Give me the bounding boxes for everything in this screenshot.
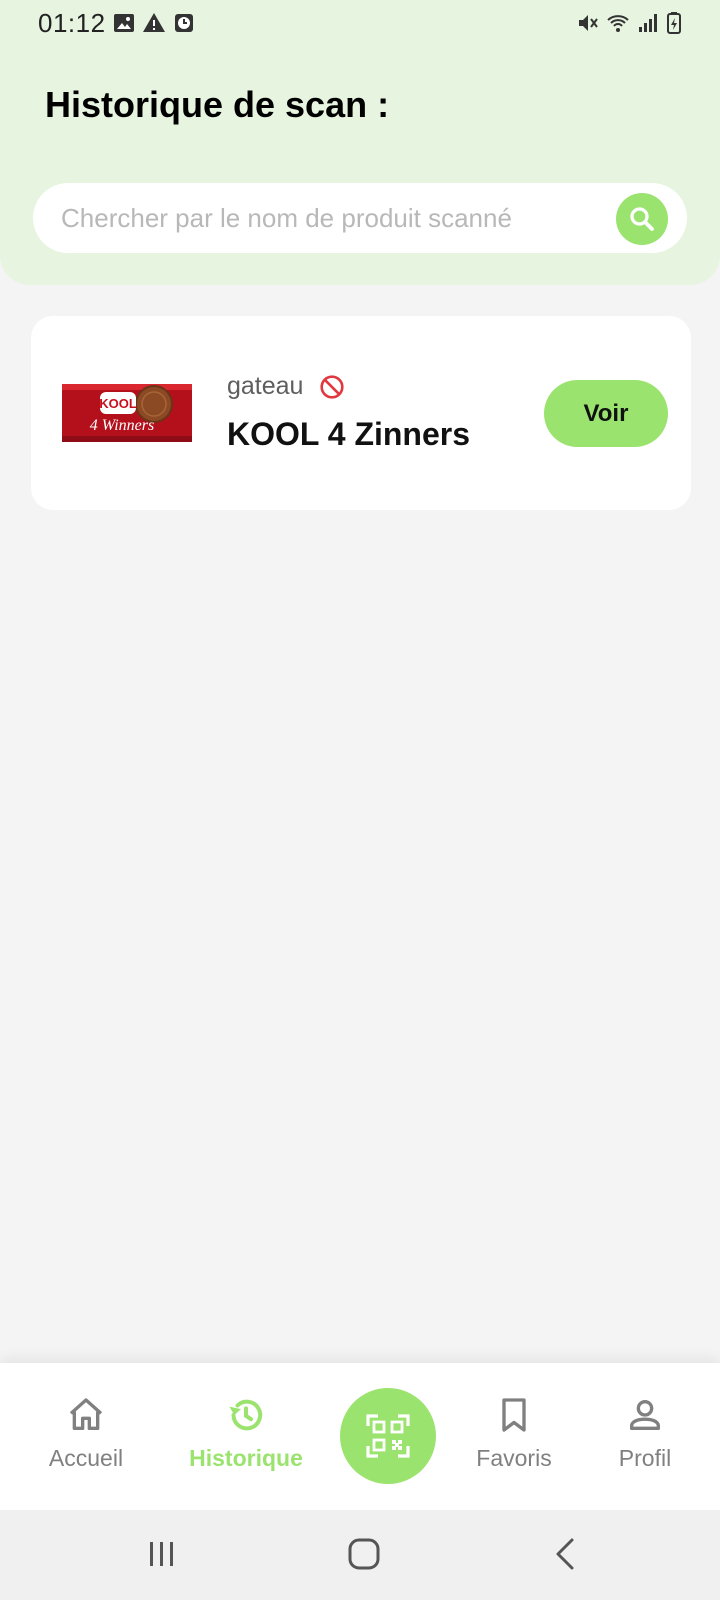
product-package-image: KOOL 4 Winners — [62, 384, 192, 442]
nav-label-profil: Profil — [618, 1445, 672, 1471]
nav-item-accueil[interactable]: Accueil — [36, 1363, 136, 1510]
back-icon[interactable] — [546, 1534, 586, 1574]
header: 01:12 Historique de scan : — [0, 0, 720, 285]
wifi-icon — [607, 15, 629, 32]
product-brand-text: KOOL — [99, 396, 137, 411]
nav-item-profil[interactable]: Profil — [595, 1363, 695, 1510]
status-time: 01:12 — [38, 8, 106, 38]
ban-icon — [320, 374, 345, 399]
profile-icon — [630, 1400, 660, 1430]
history-icon — [229, 1399, 263, 1431]
search-bar — [33, 183, 687, 253]
category-row: gateau — [227, 372, 345, 401]
recents-icon[interactable] — [142, 1534, 182, 1574]
voir-button[interactable]: Voir — [544, 380, 668, 447]
product-name: KOOL 4 Zinners — [227, 416, 471, 452]
status-bar: 01:12 — [0, 0, 720, 44]
home-button-icon[interactable] — [344, 1534, 384, 1574]
scan-button[interactable] — [340, 1388, 436, 1484]
search-icon — [630, 207, 654, 231]
warning-icon — [143, 13, 165, 32]
nav-item-historique[interactable]: Historique — [178, 1363, 314, 1510]
signal-icon — [639, 14, 657, 32]
product-subtitle-text: 4 Winners — [90, 417, 154, 434]
mute-icon — [579, 15, 598, 31]
nav-item-favoris[interactable]: Favoris — [464, 1363, 564, 1510]
nav-label-historique: Historique — [189, 1445, 303, 1471]
search-input[interactable] — [61, 183, 621, 253]
alarm-icon — [175, 14, 193, 32]
system-nav-bar — [0, 1510, 720, 1600]
history-item-card: KOOL 4 Winners gateau KOOL 4 Zinners Voi… — [31, 316, 691, 510]
nav-label-favoris: Favoris — [476, 1445, 552, 1471]
qr-code-icon — [366, 1414, 410, 1458]
bookmark-icon — [502, 1398, 526, 1432]
product-image: KOOL 4 Winners — [47, 338, 207, 488]
search-button[interactable] — [616, 193, 668, 245]
bottom-nav: Accueil Historique Favoris Profil — [0, 1363, 720, 1510]
page-title: Historique de scan : — [45, 84, 390, 125]
image-icon — [114, 14, 134, 32]
battery-icon — [667, 12, 681, 34]
product-category: gateau — [227, 372, 304, 400]
home-icon — [69, 1398, 103, 1430]
nav-label-accueil: Accueil — [48, 1445, 124, 1471]
